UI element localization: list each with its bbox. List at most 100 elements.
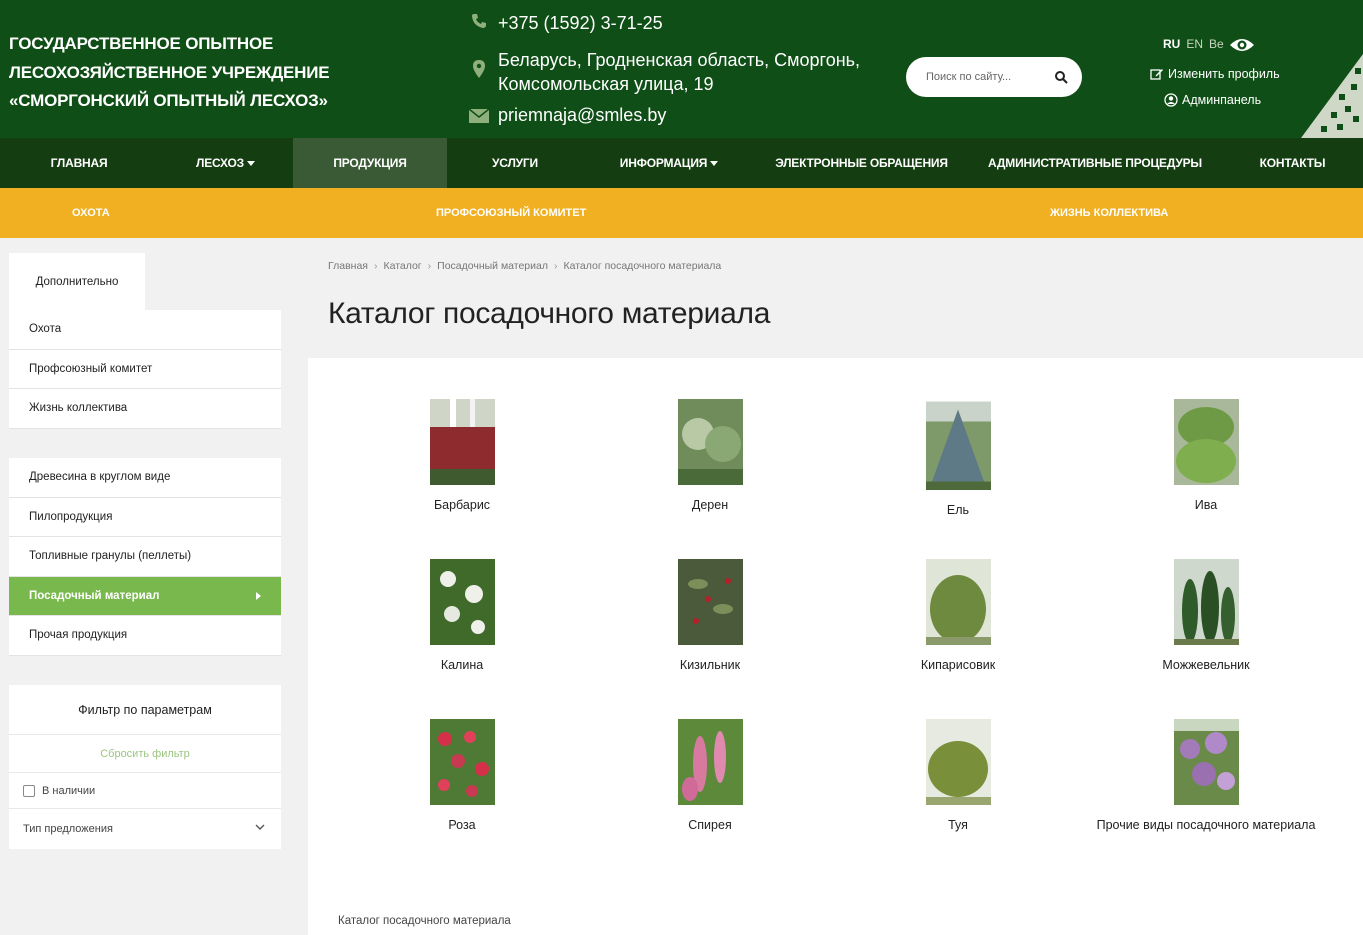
phone-text[interactable]: +375 (1592) 3-71-25	[498, 13, 663, 34]
sidebar-item-other-products[interactable]: Прочая продукция	[9, 616, 281, 656]
product-image[interactable]	[677, 399, 743, 485]
product-juniper[interactable]: Можжевельник	[1082, 559, 1330, 672]
product-image[interactable]	[1173, 719, 1239, 805]
nav-info[interactable]: Информация	[583, 138, 755, 188]
product-name[interactable]: Роза	[338, 818, 586, 832]
nav-home[interactable]: Главная	[0, 138, 158, 188]
subnav-trade-union[interactable]: Профсоюзный комитет	[436, 188, 586, 238]
edit-profile-link[interactable]: Изменить профиль	[1150, 67, 1280, 81]
product-name[interactable]: Прочие виды посадочного материала	[1082, 818, 1330, 832]
breadcrumb-separator: ›	[373, 260, 378, 272]
edit-icon	[1150, 69, 1163, 80]
breadcrumb-separator: ›	[427, 260, 432, 272]
lang-ru[interactable]: RU	[1163, 37, 1180, 51]
product-name[interactable]: Спирея	[586, 818, 834, 832]
product-image[interactable]	[677, 559, 743, 645]
envelope-icon	[468, 109, 490, 123]
product-name[interactable]: Ель	[834, 503, 1082, 517]
product-image[interactable]	[429, 559, 495, 645]
edit-profile-label[interactable]: Изменить профиль	[1168, 67, 1280, 81]
product-other-planting[interactable]: Прочие виды посадочного материала	[1082, 719, 1330, 832]
lang-en[interactable]: EN	[1186, 37, 1203, 51]
product-name[interactable]: Калина	[338, 658, 586, 672]
phone-icon	[468, 13, 490, 29]
main-navigation: Главная Лесхоз Продукция Услуги Информац…	[0, 138, 1363, 188]
product-cotoneaster[interactable]: Кизильник	[586, 559, 834, 672]
sidebar-item-pellets[interactable]: Топливные гранулы (пеллеты)	[9, 537, 281, 577]
chevron-down-icon	[246, 160, 255, 166]
product-image[interactable]	[1173, 559, 1239, 645]
breadcrumb-planting[interactable]: Посадочный материал	[437, 260, 548, 272]
chevron-right-icon	[256, 591, 261, 600]
sidebar-item-trade-union[interactable]: Профсоюзный комитет	[9, 350, 281, 389]
breadcrumb-catalog[interactable]: Каталог	[383, 260, 421, 272]
nav-leskhoz[interactable]: Лесхоз	[158, 138, 293, 188]
product-name[interactable]: Барбарис	[338, 498, 586, 512]
product-cypress[interactable]: Кипарисовик	[834, 559, 1082, 672]
product-image[interactable]	[925, 719, 991, 805]
search-input[interactable]	[926, 71, 1046, 83]
accessibility-eye-icon[interactable]	[1229, 36, 1255, 54]
sidebar-item-lumber[interactable]: Пилопродукция	[9, 498, 281, 537]
breadcrumb: Главная › Каталог › Посадочный материал …	[328, 260, 721, 272]
nav-products[interactable]: Продукция	[293, 138, 447, 188]
admin-panel-link[interactable]: Админпанель	[1164, 93, 1261, 107]
in-stock-label[interactable]: В наличии	[42, 785, 95, 797]
sidebar-item-hunting[interactable]: Охота	[9, 310, 281, 350]
reset-filter-button[interactable]: Сбросить фильтр	[9, 735, 281, 773]
contact-email[interactable]: priemnaja@smles.by	[468, 105, 666, 126]
product-name[interactable]: Кипарисовик	[834, 658, 1082, 672]
product-barberry[interactable]: Барбарис	[338, 399, 586, 512]
page-title: Каталог посадочного материала	[328, 297, 771, 330]
sidebar-item-roundwood[interactable]: Древесина в круглом виде	[9, 458, 281, 498]
product-image[interactable]	[677, 719, 743, 805]
nav-admin-procedures[interactable]: Административные процедуры	[968, 138, 1222, 188]
nav-contacts[interactable]: Контакты	[1222, 138, 1363, 188]
search-box[interactable]	[906, 57, 1082, 97]
sidebar-tab-additional[interactable]: Дополнительно	[9, 253, 145, 310]
subnav-hunting[interactable]: Охота	[72, 188, 110, 238]
email-text[interactable]: priemnaja@smles.by	[498, 105, 666, 126]
in-stock-checkbox[interactable]: В наличии	[9, 773, 281, 809]
address-line-1: Беларусь, Гродненская область, Сморгонь,	[498, 50, 861, 70]
product-name[interactable]: Туя	[834, 818, 1082, 832]
contact-phone[interactable]: +375 (1592) 3-71-25	[468, 13, 663, 34]
product-name[interactable]: Ива	[1082, 498, 1330, 512]
nav-e-appeals[interactable]: Электронные обращения	[755, 138, 968, 188]
product-image[interactable]	[429, 719, 495, 805]
product-willow[interactable]: Ива	[1082, 399, 1330, 512]
lang-be[interactable]: Be	[1209, 37, 1224, 51]
product-image[interactable]	[925, 559, 991, 645]
location-pin-icon	[468, 60, 490, 78]
ornament-decoration	[1301, 54, 1363, 138]
sidebar-item-team-life[interactable]: Жизнь коллектива	[9, 389, 281, 429]
product-viburnum[interactable]: Калина	[338, 559, 586, 672]
product-rose[interactable]: Роза	[338, 719, 586, 832]
sidebar-item-planting-material[interactable]: Посадочный материал	[9, 576, 281, 616]
admin-panel-label[interactable]: Админпанель	[1182, 93, 1261, 107]
product-image[interactable]	[1173, 399, 1239, 485]
chevron-down-icon	[710, 160, 719, 166]
filter-panel: Фильтр по параметрам Сбросить фильтр В н…	[9, 685, 281, 849]
product-dogwood[interactable]: Дерен	[586, 399, 834, 512]
breadcrumb-home[interactable]: Главная	[328, 260, 368, 272]
subnav-team-life[interactable]: Жизнь коллектива	[1050, 188, 1168, 238]
product-spruce[interactable]: Ель	[834, 399, 1082, 517]
secondary-navigation: Охота Профсоюзный комитет Жизнь коллекти…	[0, 188, 1363, 238]
user-circle-icon	[1164, 93, 1178, 107]
offer-type-label[interactable]: Тип предложения	[23, 823, 113, 835]
product-name[interactable]: Дерен	[586, 498, 834, 512]
address-line-2: Комсомольская улица, 19	[498, 74, 714, 94]
product-image[interactable]	[925, 399, 991, 490]
breadcrumb-separator: ›	[553, 260, 558, 272]
product-spirea[interactable]: Спирея	[586, 719, 834, 832]
product-name[interactable]: Кизильник	[586, 658, 834, 672]
product-name[interactable]: Можжевельник	[1082, 658, 1330, 672]
nav-services[interactable]: Услуги	[447, 138, 583, 188]
product-thuja[interactable]: Туя	[834, 719, 1082, 832]
org-name[interactable]: Государственное опытное лесохозяйственно…	[9, 30, 339, 116]
offer-type-dropdown[interactable]: Тип предложения	[9, 809, 281, 849]
search-icon[interactable]	[1054, 70, 1068, 84]
product-image[interactable]	[429, 399, 495, 485]
checkbox-box[interactable]	[23, 784, 35, 797]
